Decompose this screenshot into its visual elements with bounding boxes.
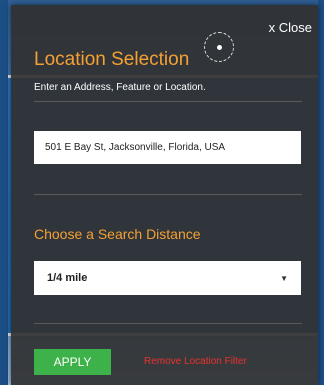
apply-button[interactable]: APPLY <box>34 349 111 375</box>
divider <box>34 101 302 102</box>
distance-selected-value: 1/4 mile <box>47 272 88 284</box>
divider <box>34 194 302 195</box>
map-edge-left <box>0 0 8 385</box>
distance-select[interactable]: 1/4 mile ▼ <box>34 261 301 295</box>
distance-label: Choose a Search Distance <box>34 226 201 242</box>
location-selection-dialog: x Close Location Selection Enter an Addr… <box>11 5 318 385</box>
close-button[interactable]: x Close <box>269 20 312 35</box>
map-edge-right <box>318 0 324 385</box>
remove-location-filter-link[interactable]: Remove Location Filter <box>144 356 247 367</box>
dialog-title: Location Selection <box>34 49 190 70</box>
divider <box>34 323 302 324</box>
address-input[interactable] <box>34 131 301 164</box>
caret-down-icon: ▼ <box>280 273 288 283</box>
locate-icon[interactable] <box>204 32 234 62</box>
address-instructions: Enter an Address, Feature or Location. <box>34 82 206 93</box>
